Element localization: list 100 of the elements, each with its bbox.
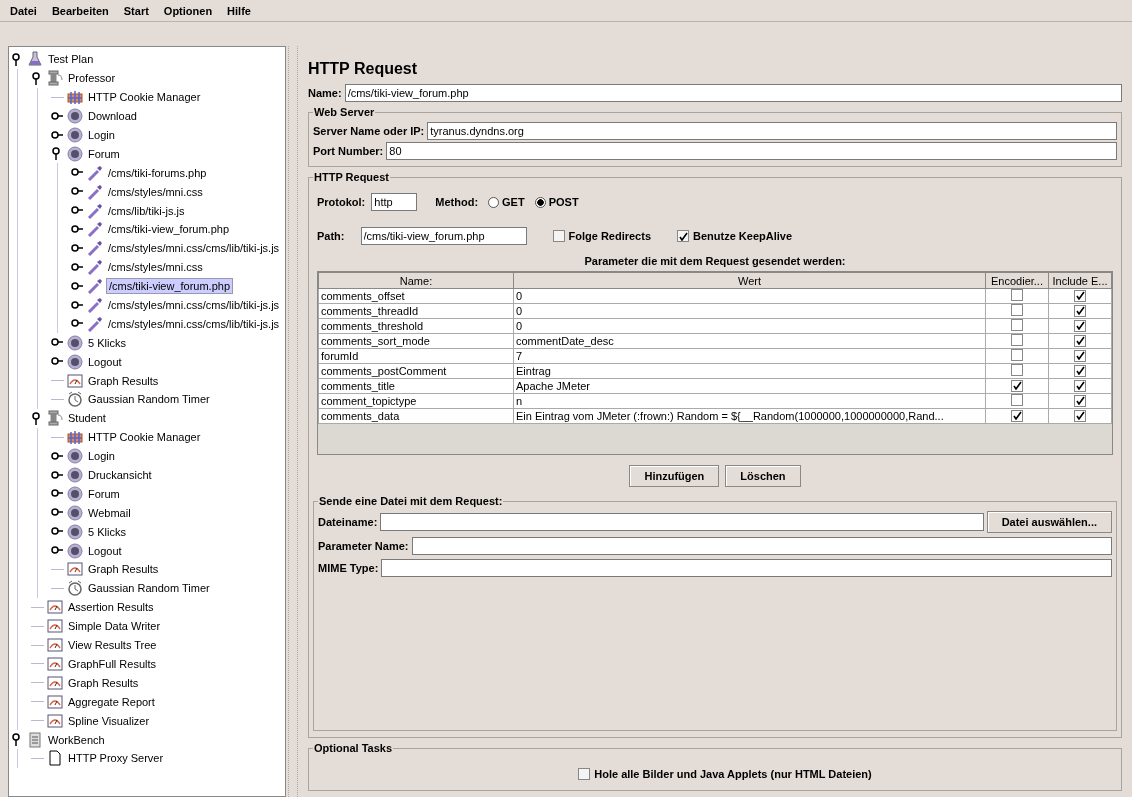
tree-item[interactable]: Graph Results	[86, 373, 161, 388]
tree-item[interactable]: Professor	[66, 71, 118, 86]
tree-item[interactable]: WorkBench	[46, 732, 107, 747]
pipette-icon	[87, 183, 103, 200]
checkbox[interactable]	[1011, 394, 1023, 406]
expand-handle-icon[interactable]	[71, 279, 84, 293]
table-cell: comments_data	[318, 408, 514, 424]
tree-item[interactable]: GraphFull Results	[66, 656, 159, 671]
path-field[interactable]: /cms/tiki-view_forum.php	[360, 227, 527, 245]
table-cell: comments_postComment	[318, 363, 514, 379]
splitter-handle[interactable]	[288, 46, 298, 797]
menu-item[interactable]: Hilfe	[225, 3, 253, 18]
tree-item[interactable]: Test Plan	[46, 52, 96, 67]
expand-handle-icon[interactable]	[51, 449, 64, 463]
tree-item[interactable]: /cms/tiki-forums.php	[106, 165, 209, 180]
expand-handle-icon[interactable]	[71, 260, 84, 274]
tree-item[interactable]: Webmail	[86, 505, 133, 520]
graph-icon	[67, 372, 83, 389]
mime-type-field[interactable]	[381, 559, 1112, 577]
field-label: Port Number:	[313, 145, 384, 157]
tree-item[interactable]: View Results Tree	[66, 638, 159, 653]
column-header[interactable]: Encodier...	[985, 272, 1049, 289]
tree-item[interactable]: Graph Results	[66, 675, 141, 690]
checkbox[interactable]	[1074, 334, 1086, 347]
checkbox[interactable]: Hole alle Bilder und Java Applets (nur HTML Dateien)	[578, 768, 872, 780]
name-field[interactable]: /cms/tiki-view_forum.php	[344, 84, 1122, 102]
tree-item[interactable]: /cms/tiki-view_forum.php	[106, 278, 234, 295]
radio-button[interactable]: GET	[488, 196, 525, 208]
checkbox[interactable]	[1074, 379, 1086, 392]
tree-item[interactable]: Forum	[86, 146, 122, 161]
tree-item[interactable]: /cms/styles/mni.css/cms/lib/tiki-js.js	[106, 298, 282, 312]
tree-item[interactable]: Download	[86, 109, 139, 124]
tree-item[interactable]: 5 Klicks	[86, 524, 128, 539]
tree-item[interactable]: HTTP Cookie Manager	[86, 90, 203, 105]
tree-item[interactable]: /cms/tiki-view_forum.php	[106, 222, 232, 237]
checkbox[interactable]	[1011, 304, 1023, 316]
checkbox[interactable]	[1074, 409, 1086, 422]
expand-handle-icon[interactable]	[51, 109, 64, 123]
column-header[interactable]: Name:	[318, 272, 514, 289]
tree-item[interactable]: Druckansicht	[86, 468, 154, 483]
pipette-icon	[87, 164, 103, 181]
tree-item[interactable]: /cms/styles/mni.css/cms/lib/tiki-js.js	[106, 241, 282, 256]
tree-item[interactable]: Assertion Results	[66, 600, 156, 615]
checkbox[interactable]	[1074, 394, 1086, 407]
filename-field[interactable]	[380, 513, 984, 531]
tree-item[interactable]: Login	[86, 449, 117, 464]
radio-button[interactable]: POST	[534, 196, 579, 208]
tree-item[interactable]: /cms/styles/mni.css/cms/lib/tiki-js.js	[106, 316, 282, 331]
expand-handle-icon[interactable]	[71, 222, 84, 236]
tree-item[interactable]: HTTP Cookie Manager	[86, 430, 203, 445]
tree-item[interactable]: Gaussian Random Timer	[86, 581, 212, 596]
table-cell: Apache JMeter	[513, 378, 986, 394]
checkbox[interactable]	[1074, 304, 1086, 317]
column-header[interactable]: Include E...	[1048, 272, 1112, 289]
tree-item[interactable]: 5 Klicks	[86, 335, 128, 350]
checkbox[interactable]	[1011, 334, 1023, 346]
tree-item[interactable]: Logout	[86, 354, 124, 369]
tree-item[interactable]: Logout	[86, 543, 124, 558]
button[interactable]: Löschen	[725, 465, 801, 487]
menu-item[interactable]: Optionen	[161, 3, 215, 18]
group-title: Web Server	[313, 106, 376, 118]
tree-item[interactable]: /cms/styles/mni.css	[106, 260, 205, 275]
tree-item[interactable]: /cms/styles/mni.css	[106, 184, 205, 199]
tree-item[interactable]: Login	[86, 128, 117, 142]
port-field[interactable]: 80	[386, 142, 1117, 160]
button[interactable]: Hinzufügen	[629, 465, 720, 487]
checkbox[interactable]	[1011, 379, 1023, 392]
menu-item[interactable]: Bearbeiten	[49, 3, 111, 18]
tree-item[interactable]: /cms/lib/tiki-js.js	[106, 203, 187, 218]
graph-icon	[67, 561, 83, 578]
tree-item[interactable]: Spline Visualizer	[66, 713, 152, 728]
checkbox[interactable]: Folge Redirects	[552, 230, 652, 242]
column-header[interactable]: Wert	[513, 272, 986, 289]
tree-item[interactable]: Gaussian Random Timer	[86, 392, 212, 407]
checkbox[interactable]	[1011, 349, 1023, 361]
checkbox[interactable]	[1011, 289, 1023, 301]
checkbox[interactable]: Benutze KeepAlive	[677, 230, 793, 242]
expand-handle-icon[interactable]	[71, 298, 84, 312]
tree-item[interactable]: Forum	[86, 486, 122, 501]
checkbox[interactable]	[1074, 319, 1086, 332]
expand-handle-icon[interactable]	[51, 468, 64, 482]
expand-handle-icon[interactable]	[51, 128, 64, 142]
menu-item[interactable]: Datei	[8, 3, 39, 18]
browse-button[interactable]: Datei auswählen...	[986, 511, 1112, 533]
checkbox[interactable]	[1011, 319, 1023, 331]
tree-item[interactable]: Student	[66, 411, 108, 426]
checkbox[interactable]	[1011, 364, 1023, 376]
tree-item[interactable]: HTTP Proxy Server	[66, 751, 166, 766]
checkbox[interactable]	[1074, 349, 1086, 362]
expand-handle-icon[interactable]	[71, 241, 84, 255]
parameter-name-field[interactable]	[411, 537, 1112, 555]
server-field[interactable]: tyranus.dyndns.org	[427, 122, 1117, 140]
tree-item[interactable]: Simple Data Writer	[66, 619, 163, 634]
protocol-field[interactable]: http	[371, 193, 418, 211]
tree-item[interactable]: Aggregate Report	[66, 694, 157, 709]
tree-item[interactable]: Graph Results	[86, 562, 161, 577]
menu-item[interactable]: Start	[121, 3, 151, 18]
checkbox[interactable]	[1074, 364, 1086, 377]
checkbox[interactable]	[1011, 409, 1023, 422]
checkbox[interactable]	[1074, 289, 1086, 302]
